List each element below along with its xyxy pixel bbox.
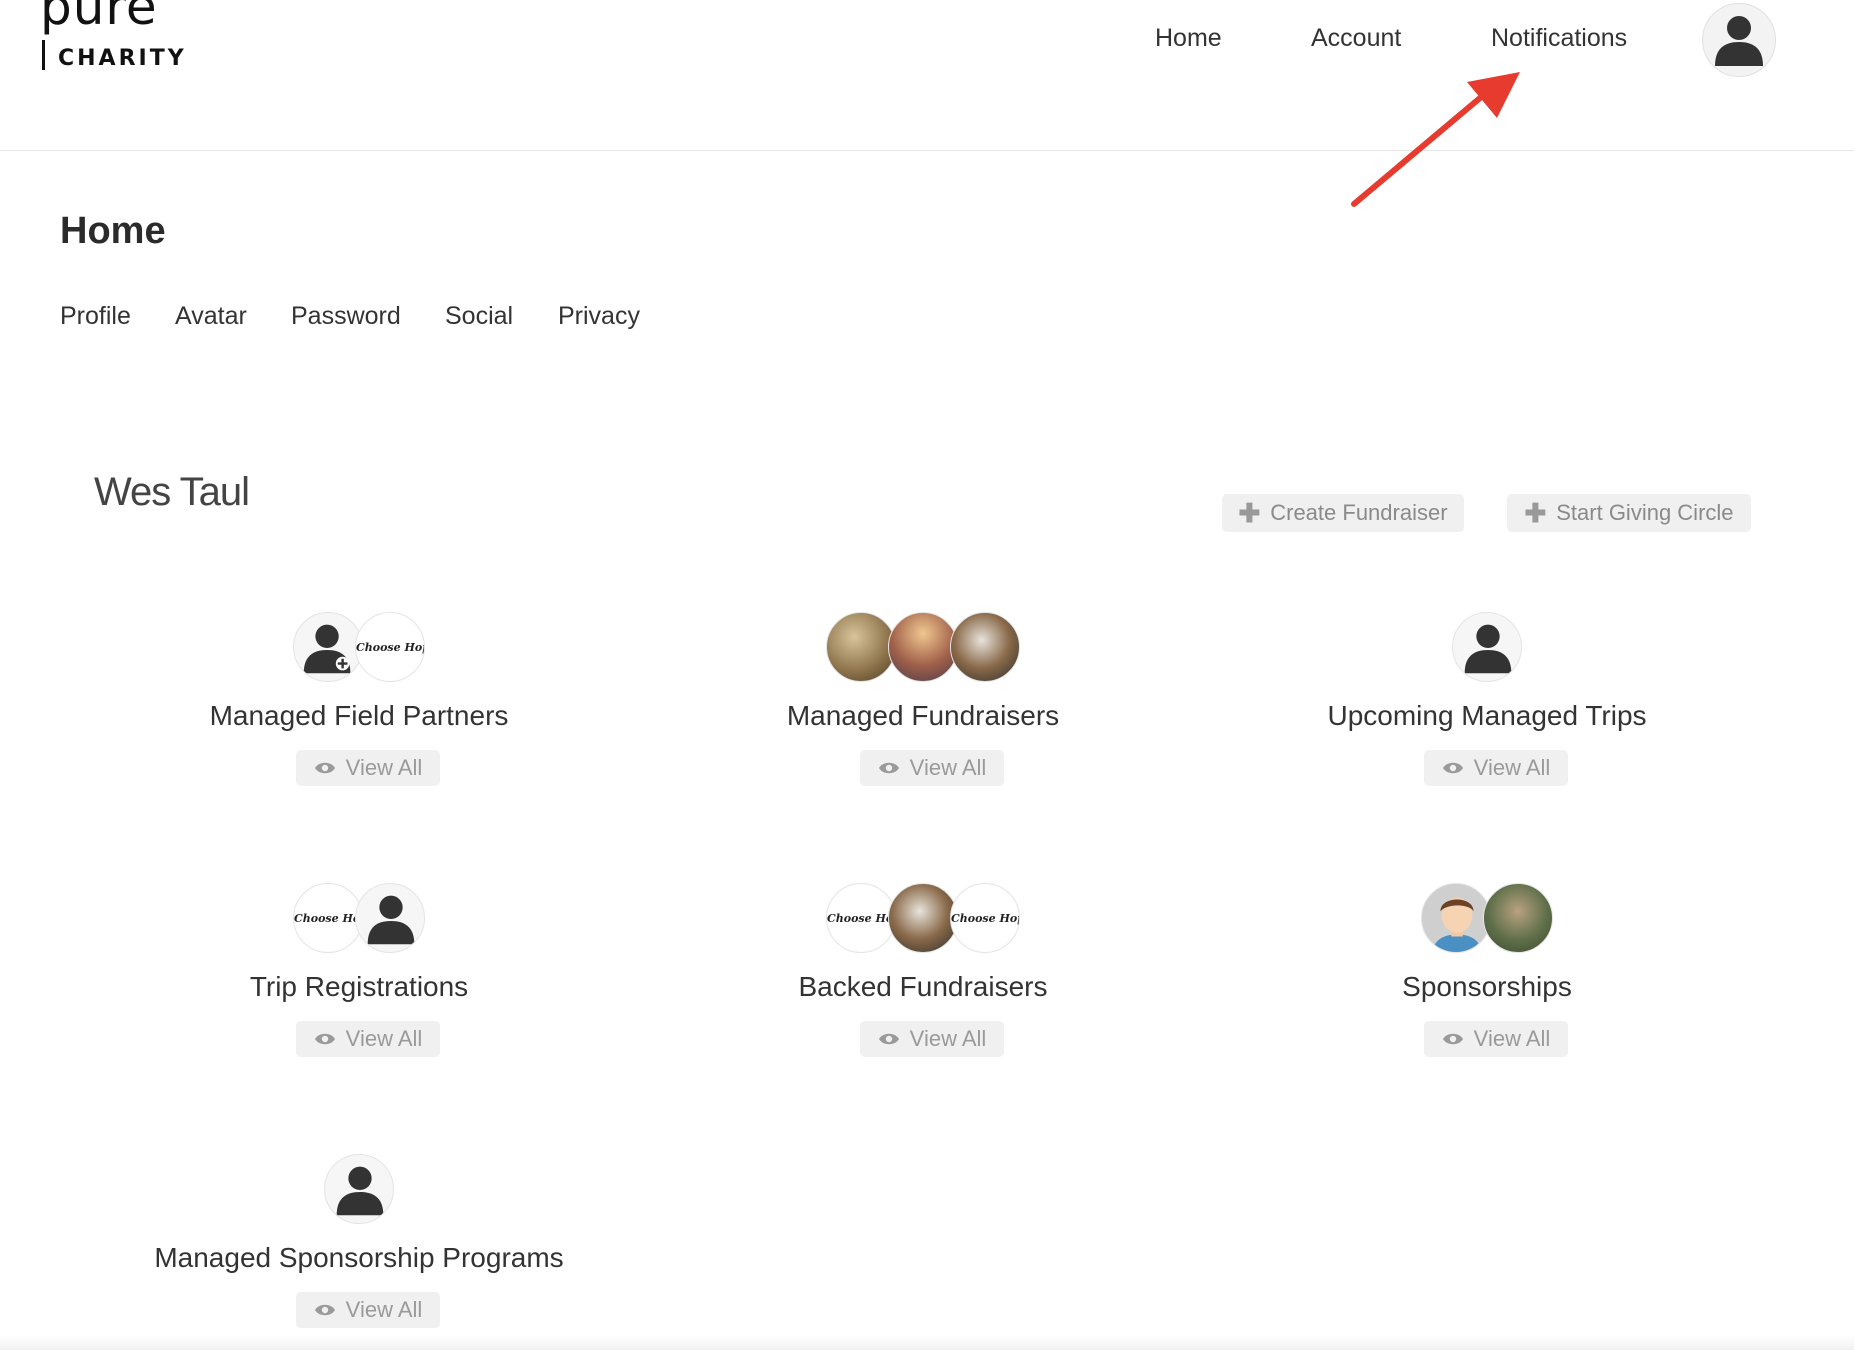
view-all-label: View All: [909, 755, 987, 780]
card-title: Managed Sponsorship Programs: [154, 1242, 564, 1273]
nav-home-link[interactable]: Home: [1155, 24, 1222, 53]
create-fundraiser-button[interactable]: ✚ Create Fundraiser: [1222, 494, 1464, 532]
fundraiser-photo[interactable]: [888, 612, 958, 682]
person-icon: [1464, 624, 1512, 674]
card-backed-fundraisers: Choose Hop Choose Hope Backed Fundraiser…: [643, 883, 1203, 1083]
card-managed-sponsorship-programs: Managed Sponsorship Programs View All: [79, 1154, 639, 1354]
person-plus-icon: [303, 624, 351, 674]
eye-icon: [314, 762, 335, 774]
user-name: Wes Taul: [94, 470, 250, 514]
eye-icon: [314, 1033, 335, 1045]
start-giving-circle-button[interactable]: ✚ Start Giving Circle: [1507, 494, 1751, 532]
subnav-social[interactable]: Social: [445, 302, 513, 331]
view-all-button[interactable]: View All: [296, 1021, 440, 1057]
eye-icon: [1442, 762, 1463, 774]
view-all-button[interactable]: View All: [296, 750, 440, 786]
pure-charity-logo[interactable]: pure CHARITY: [38, 0, 184, 80]
annotation-arrow-icon: [1351, 72, 1520, 207]
view-all-label: View All: [345, 1026, 423, 1051]
plus-icon: ✚: [1238, 498, 1261, 528]
person-icon: [336, 1166, 384, 1216]
view-all-label: View All: [1473, 1026, 1551, 1051]
avatar[interactable]: [1452, 612, 1522, 682]
avatar[interactable]: [293, 612, 363, 682]
view-all-label: View All: [345, 755, 423, 780]
subnav-profile[interactable]: Profile: [60, 302, 131, 331]
plus-icon: ✚: [1524, 498, 1547, 528]
choose-hope-logo-text: Choose Hop: [294, 912, 363, 925]
eye-icon: [878, 762, 899, 774]
choose-hope-logo-text: Choose Hop: [827, 912, 896, 925]
eye-icon: [1442, 1033, 1463, 1045]
avatar-group: Choose Hope: [79, 612, 639, 684]
avatar[interactable]: [355, 883, 425, 953]
card-title: Trip Registrations: [249, 971, 469, 1002]
subnav-avatar[interactable]: Avatar: [175, 302, 247, 331]
avatar-group: [643, 612, 1203, 684]
logo-text-charity: CHARITY: [58, 46, 187, 71]
sponsored-child-avatar[interactable]: [1421, 883, 1491, 953]
view-all-button[interactable]: View All: [860, 1021, 1004, 1057]
avatar-group: [1207, 612, 1767, 684]
site-header: pure CHARITY Home Account Notifications: [0, 0, 1854, 151]
eye-icon: [878, 1033, 899, 1045]
view-all-button[interactable]: View All: [296, 1292, 440, 1328]
page-title: Home: [60, 210, 166, 252]
fundraiser-photo[interactable]: [950, 612, 1020, 682]
avatar-group: [79, 1154, 639, 1226]
card-title: Backed Fundraisers: [798, 971, 1048, 1002]
avatar[interactable]: Choose Hope: [950, 883, 1020, 953]
fundraiser-photo[interactable]: [888, 883, 958, 953]
avatar[interactable]: Choose Hope: [355, 612, 425, 682]
subnav-privacy[interactable]: Privacy: [558, 302, 640, 331]
card-title: Managed Fundraisers: [786, 700, 1060, 731]
choose-hope-logo-text: Choose Hope: [356, 641, 424, 654]
view-all-label: View All: [1473, 755, 1551, 780]
logo-bar: [42, 40, 45, 70]
nav-notifications-link[interactable]: Notifications: [1491, 24, 1627, 53]
card-trip-registrations: Choose Hop Trip Registrations View All: [79, 883, 639, 1083]
view-all-button[interactable]: View All: [1424, 1021, 1568, 1057]
avatar-group: Choose Hop: [79, 883, 639, 955]
view-all-label: View All: [345, 1297, 423, 1322]
start-giving-circle-label: Start Giving Circle: [1556, 500, 1734, 525]
card-managed-fundraisers: Managed Fundraisers View All: [643, 612, 1203, 812]
view-all-button[interactable]: View All: [860, 750, 1004, 786]
card-managed-field-partners: Choose Hope Managed Field Partners View …: [79, 612, 639, 812]
fundraiser-photo[interactable]: [826, 612, 896, 682]
view-all-button[interactable]: View All: [1424, 750, 1568, 786]
avatar[interactable]: [324, 1154, 394, 1224]
avatar-group: Choose Hop Choose Hope: [643, 883, 1203, 955]
view-all-label: View All: [909, 1026, 987, 1051]
page-bottom-edge: [0, 1335, 1854, 1350]
choose-hope-logo-text: Choose Hope: [951, 912, 1019, 925]
person-icon: [367, 895, 415, 945]
logo-text-pure: pure: [40, 0, 158, 36]
avatar[interactable]: Choose Hop: [826, 883, 896, 953]
user-avatar-menu[interactable]: [1702, 3, 1776, 77]
card-title: Upcoming Managed Trips: [1327, 700, 1647, 731]
subnav-password[interactable]: Password: [291, 302, 401, 331]
eye-icon: [314, 1304, 335, 1316]
nav-account-link[interactable]: Account: [1311, 24, 1401, 53]
person-icon: [1715, 16, 1763, 66]
sponsored-pet-photo[interactable]: [1483, 883, 1553, 953]
card-upcoming-managed-trips: Upcoming Managed Trips View All: [1207, 612, 1767, 812]
card-title: Managed Field Partners: [209, 700, 509, 731]
avatar-group: [1207, 883, 1767, 955]
create-fundraiser-label: Create Fundraiser: [1270, 500, 1448, 525]
card-sponsorships: Sponsorships View All: [1207, 883, 1767, 1083]
card-title: Sponsorships: [1402, 971, 1572, 1002]
boy-face-icon: [1422, 884, 1490, 952]
avatar[interactable]: Choose Hop: [293, 883, 363, 953]
